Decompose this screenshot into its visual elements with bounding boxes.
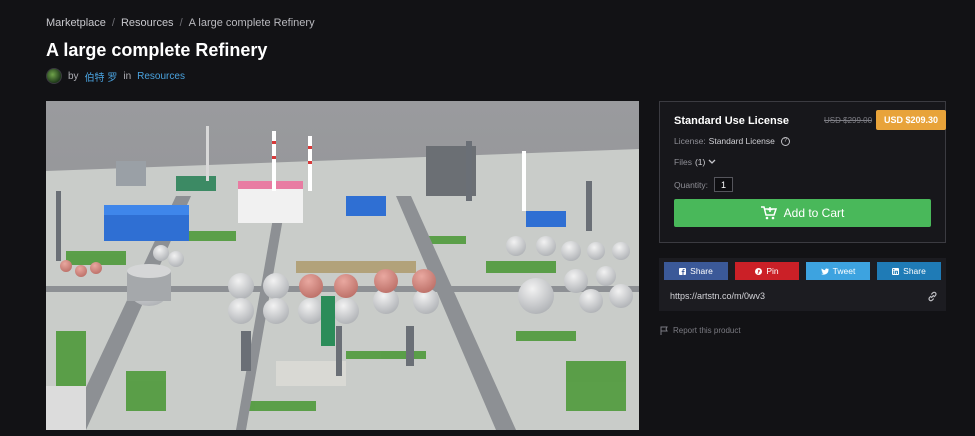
category-link[interactable]: Resources xyxy=(137,71,185,82)
original-price: USD $299.00 xyxy=(824,116,873,125)
facebook-share-button[interactable]: Share xyxy=(664,262,728,280)
breadcrumb-resources[interactable]: Resources xyxy=(121,17,174,29)
chevron-down-icon xyxy=(708,159,716,164)
add-to-cart-label: Add to Cart xyxy=(783,206,845,220)
twitter-tweet-button[interactable]: Tweet xyxy=(806,262,870,280)
breadcrumb: Marketplace / Resources / A large comple… xyxy=(46,17,315,29)
short-url[interactable]: https://artstn.co/m/0wv3 xyxy=(670,291,765,301)
avatar[interactable] xyxy=(46,68,62,84)
quantity-input[interactable]: 1 xyxy=(714,177,734,192)
by-label: by xyxy=(68,70,79,82)
byline: by 伯特 罗 in Resources xyxy=(46,68,185,84)
linkedin-icon xyxy=(892,267,900,275)
pinterest-pin-label: Pin xyxy=(766,266,779,276)
question-icon[interactable]: ? xyxy=(780,136,790,146)
add-to-cart-button[interactable]: Add to Cart xyxy=(674,199,931,227)
refinery-render xyxy=(46,101,639,430)
license-value: Standard License xyxy=(708,136,775,146)
breadcrumb-marketplace[interactable]: Marketplace xyxy=(46,17,106,29)
files-toggle[interactable]: Files (1) xyxy=(674,157,716,167)
files-label: Files xyxy=(674,157,692,167)
report-product-link[interactable]: Report this product xyxy=(660,326,741,335)
quantity-label: Quantity: xyxy=(674,179,709,190)
linkedin-share-button[interactable]: Share xyxy=(877,262,941,280)
flag-icon xyxy=(660,326,668,335)
breadcrumb-separator: / xyxy=(179,17,183,29)
cart-icon xyxy=(760,206,777,220)
pinterest-icon xyxy=(755,267,763,275)
page-title: A large complete Refinery xyxy=(46,40,268,60)
facebook-icon xyxy=(679,267,687,275)
linkedin-share-label: Share xyxy=(903,266,926,276)
license-title: Standard Use License xyxy=(674,115,789,127)
breadcrumb-separator: / xyxy=(111,17,115,29)
price-badge: USD $209.30 xyxy=(876,110,946,130)
files-count: (1) xyxy=(694,157,706,167)
license-type-row: License: Standard License ? xyxy=(674,136,790,146)
product-image[interactable] xyxy=(46,101,639,430)
facebook-share-label: Share xyxy=(690,266,713,276)
breadcrumb-current: A large complete Refinery xyxy=(188,17,315,29)
license-panel: Standard Use License USD $299.00 USD $20… xyxy=(659,101,946,243)
pinterest-pin-button[interactable]: Pin xyxy=(735,262,799,280)
share-panel: Share Pin Tweet Share https://artstn.co/… xyxy=(659,258,946,311)
twitter-tweet-label: Tweet xyxy=(832,266,856,276)
quantity-row: Quantity: 1 xyxy=(674,177,734,192)
in-label: in xyxy=(123,70,132,82)
report-label: Report this product xyxy=(673,326,741,335)
author-link[interactable]: 伯特 罗 xyxy=(85,69,118,84)
link-icon[interactable] xyxy=(927,291,938,302)
license-label: License: xyxy=(674,136,706,146)
twitter-icon xyxy=(820,267,829,275)
